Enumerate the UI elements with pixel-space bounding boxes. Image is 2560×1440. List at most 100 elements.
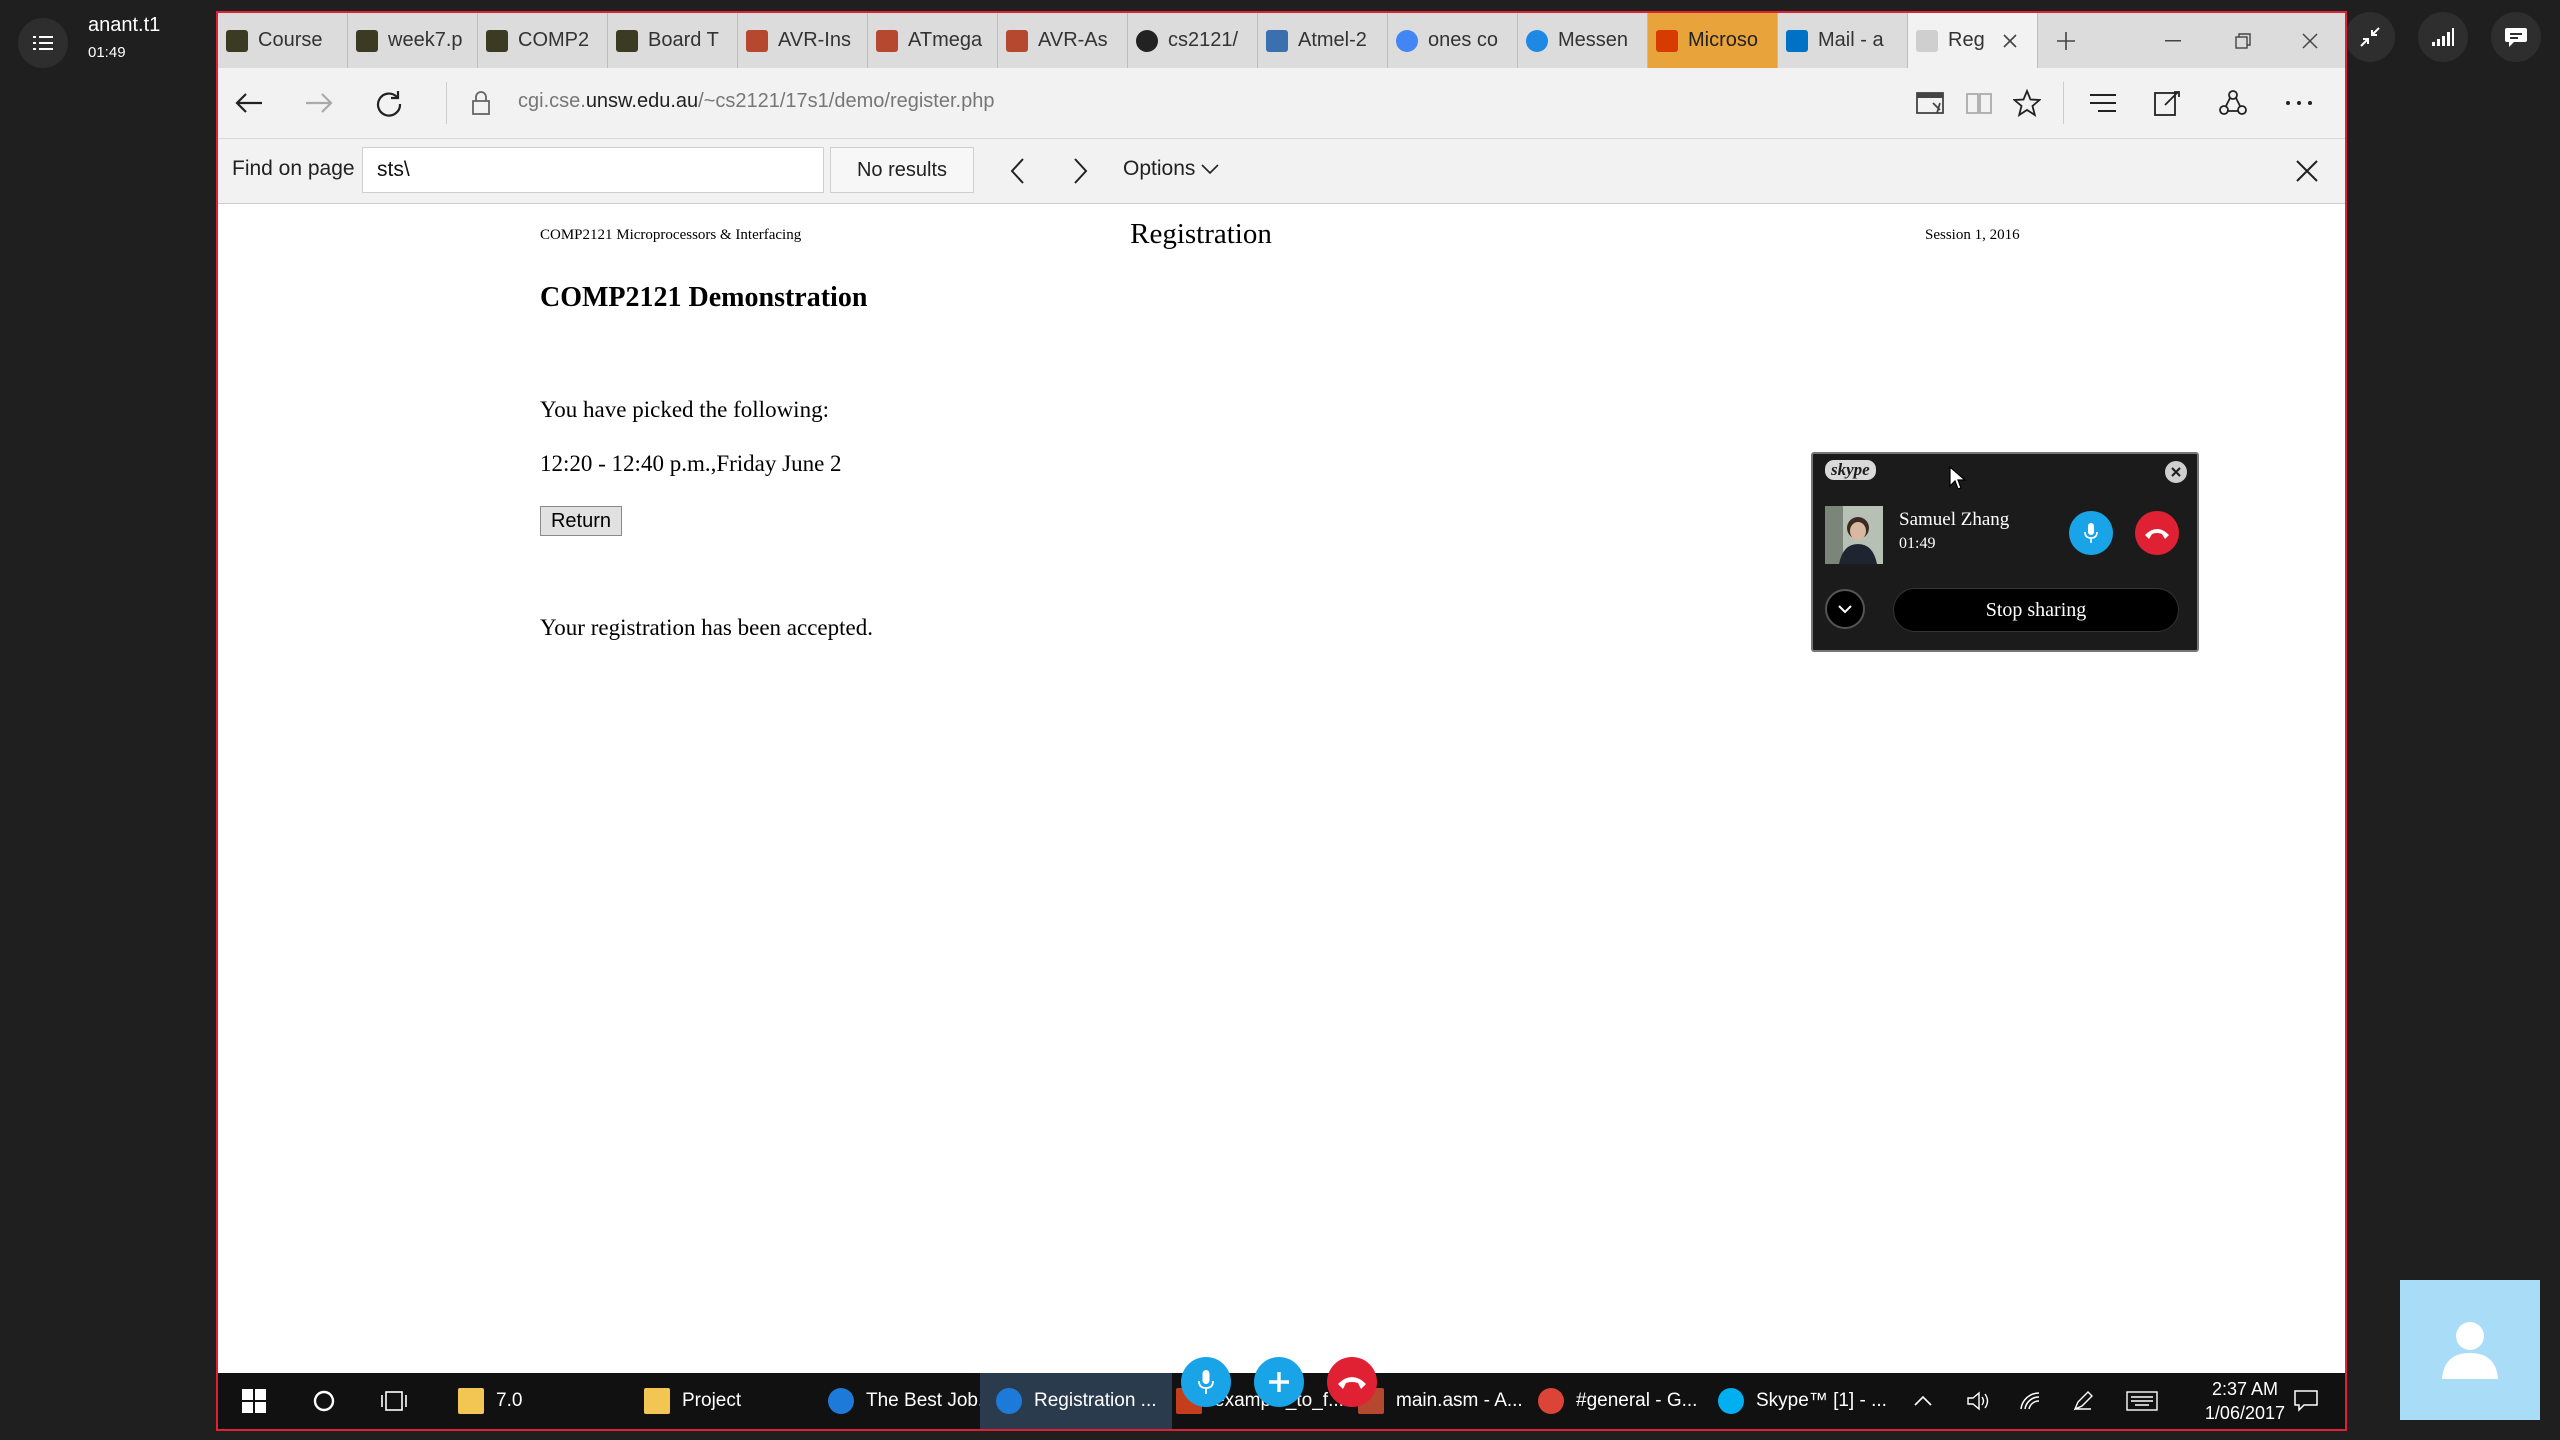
tab-week7[interactable]: week7.p	[348, 13, 478, 68]
tab-avr-as[interactable]: AVR-As	[998, 13, 1128, 68]
close-tab-icon[interactable]	[2003, 33, 2017, 48]
close-window-button[interactable]	[2275, 13, 2345, 68]
share-button[interactable]	[2210, 80, 2256, 126]
microphone-icon	[1198, 1370, 1214, 1394]
tab-label: COMP2	[518, 29, 590, 51]
call-menu-button[interactable]	[18, 18, 68, 68]
tab-ones-co[interactable]: ones co	[1388, 13, 1518, 68]
call-hang-up-button[interactable]	[1327, 1357, 1377, 1407]
volume-button[interactable]	[1962, 1373, 1996, 1429]
contact-call-time: 01:49	[1899, 535, 1936, 552]
url-domain: unsw.edu.au	[585, 90, 699, 112]
self-view-video[interactable]	[2400, 1280, 2540, 1420]
tab-label: Course	[258, 29, 323, 51]
back-button[interactable]	[226, 80, 272, 126]
network-button[interactable]	[2014, 1373, 2048, 1429]
tab-messenger[interactable]: Messen	[1518, 13, 1648, 68]
clock-time: 2:37 AM	[2211, 1379, 2278, 1399]
taskbar-item-skype[interactable]: Skype™ [1] - ...	[1702, 1373, 1894, 1429]
call-quality-button[interactable]	[2418, 12, 2468, 62]
tab-label: Microso	[1688, 29, 1759, 51]
forward-button[interactable]	[296, 80, 342, 126]
edge-icon	[996, 1388, 1022, 1414]
taskbar-item-best-job[interactable]: The Best Job...	[812, 1373, 1004, 1429]
call-chat-button[interactable]	[2491, 12, 2541, 62]
book-view-button[interactable]	[1956, 80, 2002, 126]
url-text[interactable]: cgi.cse.unsw.edu.au/~cs2121/17s1/demo/re…	[518, 90, 994, 113]
confirmation-text: Your registration has been accepted.	[540, 615, 873, 640]
cortana-button[interactable]	[302, 1373, 346, 1429]
demo-heading: COMP2121 Demonstration	[540, 282, 868, 313]
minimize-window-button[interactable]	[2138, 13, 2208, 68]
close-find-button[interactable]	[2284, 148, 2330, 194]
touch-keyboard-button[interactable]	[2122, 1373, 2162, 1429]
taskbar-item-label: #general - G...	[1576, 1390, 1698, 1411]
tab-mail[interactable]: Mail - a	[1778, 13, 1908, 68]
taskbar-item-registration[interactable]: Registration ...	[980, 1373, 1172, 1429]
shared-screen: Course week7.p COMP2 Board T AVR-Ins ATm…	[216, 11, 2347, 1431]
close-icon	[2171, 467, 2181, 477]
tab-cs2121[interactable]: cs2121/	[1128, 13, 1258, 68]
forward-arrow-icon	[306, 93, 333, 113]
favorite-button[interactable]	[2004, 80, 2050, 126]
office-icon	[1656, 29, 1678, 52]
call-mute-button[interactable]	[1181, 1357, 1231, 1407]
plus-icon	[2057, 31, 2075, 50]
mouse-cursor-icon	[1949, 466, 1967, 490]
taskbar-item-project[interactable]: Project	[628, 1373, 824, 1429]
new-tab-button[interactable]	[2038, 13, 2094, 68]
tab-registration[interactable]: Reg	[1908, 13, 2038, 68]
restore-icon	[2235, 32, 2251, 49]
outlook-icon	[1786, 29, 1808, 52]
tab-board[interactable]: Board T	[608, 13, 738, 68]
mute-button[interactable]	[2069, 511, 2113, 555]
return-button[interactable]: Return	[540, 506, 622, 536]
show-hidden-icons-button[interactable]	[1906, 1373, 1940, 1429]
find-previous-button[interactable]	[994, 148, 1040, 194]
share-icon	[2219, 90, 2247, 115]
action-center-button[interactable]	[2288, 1373, 2324, 1429]
tab-comp2[interactable]: COMP2	[478, 13, 608, 68]
cse-logo-icon	[616, 29, 638, 52]
end-call-button[interactable]	[2135, 511, 2179, 555]
reading-view-icon	[1916, 92, 1944, 114]
wifi-icon	[2020, 1392, 2040, 1410]
stop-sharing-button[interactable]: Stop sharing	[1893, 588, 2179, 632]
taskbar-item-label: Skype™ [1] - ...	[1756, 1390, 1887, 1411]
pen-workspace-button[interactable]	[2066, 1373, 2100, 1429]
find-input[interactable]: sts\	[362, 147, 824, 193]
find-next-button[interactable]	[1058, 148, 1104, 194]
tab-avr-ins[interactable]: AVR-Ins	[738, 13, 868, 68]
hub-button[interactable]	[2080, 80, 2126, 126]
find-options-button[interactable]: Options	[1123, 157, 1219, 181]
tab-microsoft[interactable]: Microso	[1648, 13, 1778, 68]
tab-label: Messen	[1558, 29, 1629, 51]
tab-atmel[interactable]: Atmel-2	[1258, 13, 1388, 68]
hang-up-icon	[1338, 1377, 1366, 1389]
expand-button[interactable]	[1825, 589, 1865, 629]
tab-course[interactable]: Course	[218, 13, 348, 68]
system-clock[interactable]: 2:37 AM 1/06/2017	[2205, 1377, 2285, 1425]
restore-window-button[interactable]	[2208, 13, 2278, 68]
person-icon	[2442, 1322, 2498, 1379]
close-widget-button[interactable]	[2165, 461, 2187, 483]
note-pen-icon	[2154, 91, 2180, 116]
signal-icon	[2432, 28, 2454, 46]
reading-list-button[interactable]	[1908, 80, 1954, 126]
refresh-button[interactable]	[366, 80, 412, 126]
taskbar-item-label: Registration ...	[1034, 1390, 1157, 1411]
taskbar-item-general[interactable]: #general - G...	[1522, 1373, 1714, 1429]
tab-label: Atmel-2	[1298, 29, 1367, 51]
call-add-button[interactable]	[1254, 1357, 1304, 1407]
start-button[interactable]	[232, 1373, 276, 1429]
page-content: COMP2121 Microprocessors & Interfacing R…	[218, 204, 2345, 1384]
minimize-call-button[interactable]	[2345, 12, 2395, 62]
tab-atmega[interactable]: ATmega	[868, 13, 998, 68]
taskbar-item-folder-7[interactable]: 7.0	[448, 1373, 628, 1429]
task-view-button[interactable]	[372, 1373, 416, 1429]
web-note-button[interactable]	[2144, 80, 2190, 126]
more-button[interactable]	[2276, 80, 2322, 126]
secure-lock[interactable]	[458, 80, 504, 126]
plus-icon	[1269, 1372, 1289, 1392]
atmel-doc-icon	[876, 29, 898, 52]
